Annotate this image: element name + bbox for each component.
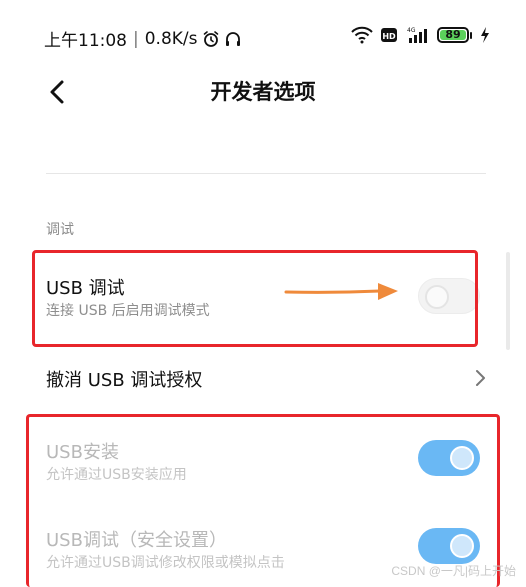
alarm-icon	[203, 30, 218, 47]
status-separator: |	[133, 28, 139, 49]
battery-level: 89	[440, 29, 466, 40]
status-right: HD 4G 89	[351, 26, 490, 44]
page-title: 开发者选项	[210, 80, 316, 104]
setting-title: 撤消 USB 调试授权	[46, 370, 203, 391]
highlight-box-usb-debug	[32, 250, 478, 347]
hd-icon: HD	[381, 28, 397, 42]
section-header-debug: 调试	[46, 222, 74, 238]
signal-4g-icon: 4G	[407, 27, 427, 43]
status-time: 上午11:08	[44, 31, 127, 51]
svg-text:4G: 4G	[407, 27, 416, 34]
battery-icon: 89	[437, 27, 472, 43]
svg-text:HD: HD	[382, 32, 396, 41]
watermark: CSDN @一凡|码上开始	[391, 564, 516, 578]
scrollbar[interactable]	[506, 252, 510, 350]
status-bar: 上午11:08 | 0.8K/s HD 4G 89	[0, 24, 526, 56]
status-left: 上午11:08 | 0.8K/s	[44, 26, 242, 51]
setting-revoke-usb-auth[interactable]: 撤消 USB 调试授权	[0, 356, 526, 400]
charging-icon	[481, 27, 489, 43]
headphone-icon	[225, 31, 240, 46]
divider	[46, 173, 486, 174]
status-net-speed: 0.8K/s	[144, 28, 198, 49]
wifi-icon	[351, 26, 373, 44]
chevron-right-icon	[476, 370, 485, 386]
title-bar: 开发者选项	[0, 70, 526, 114]
